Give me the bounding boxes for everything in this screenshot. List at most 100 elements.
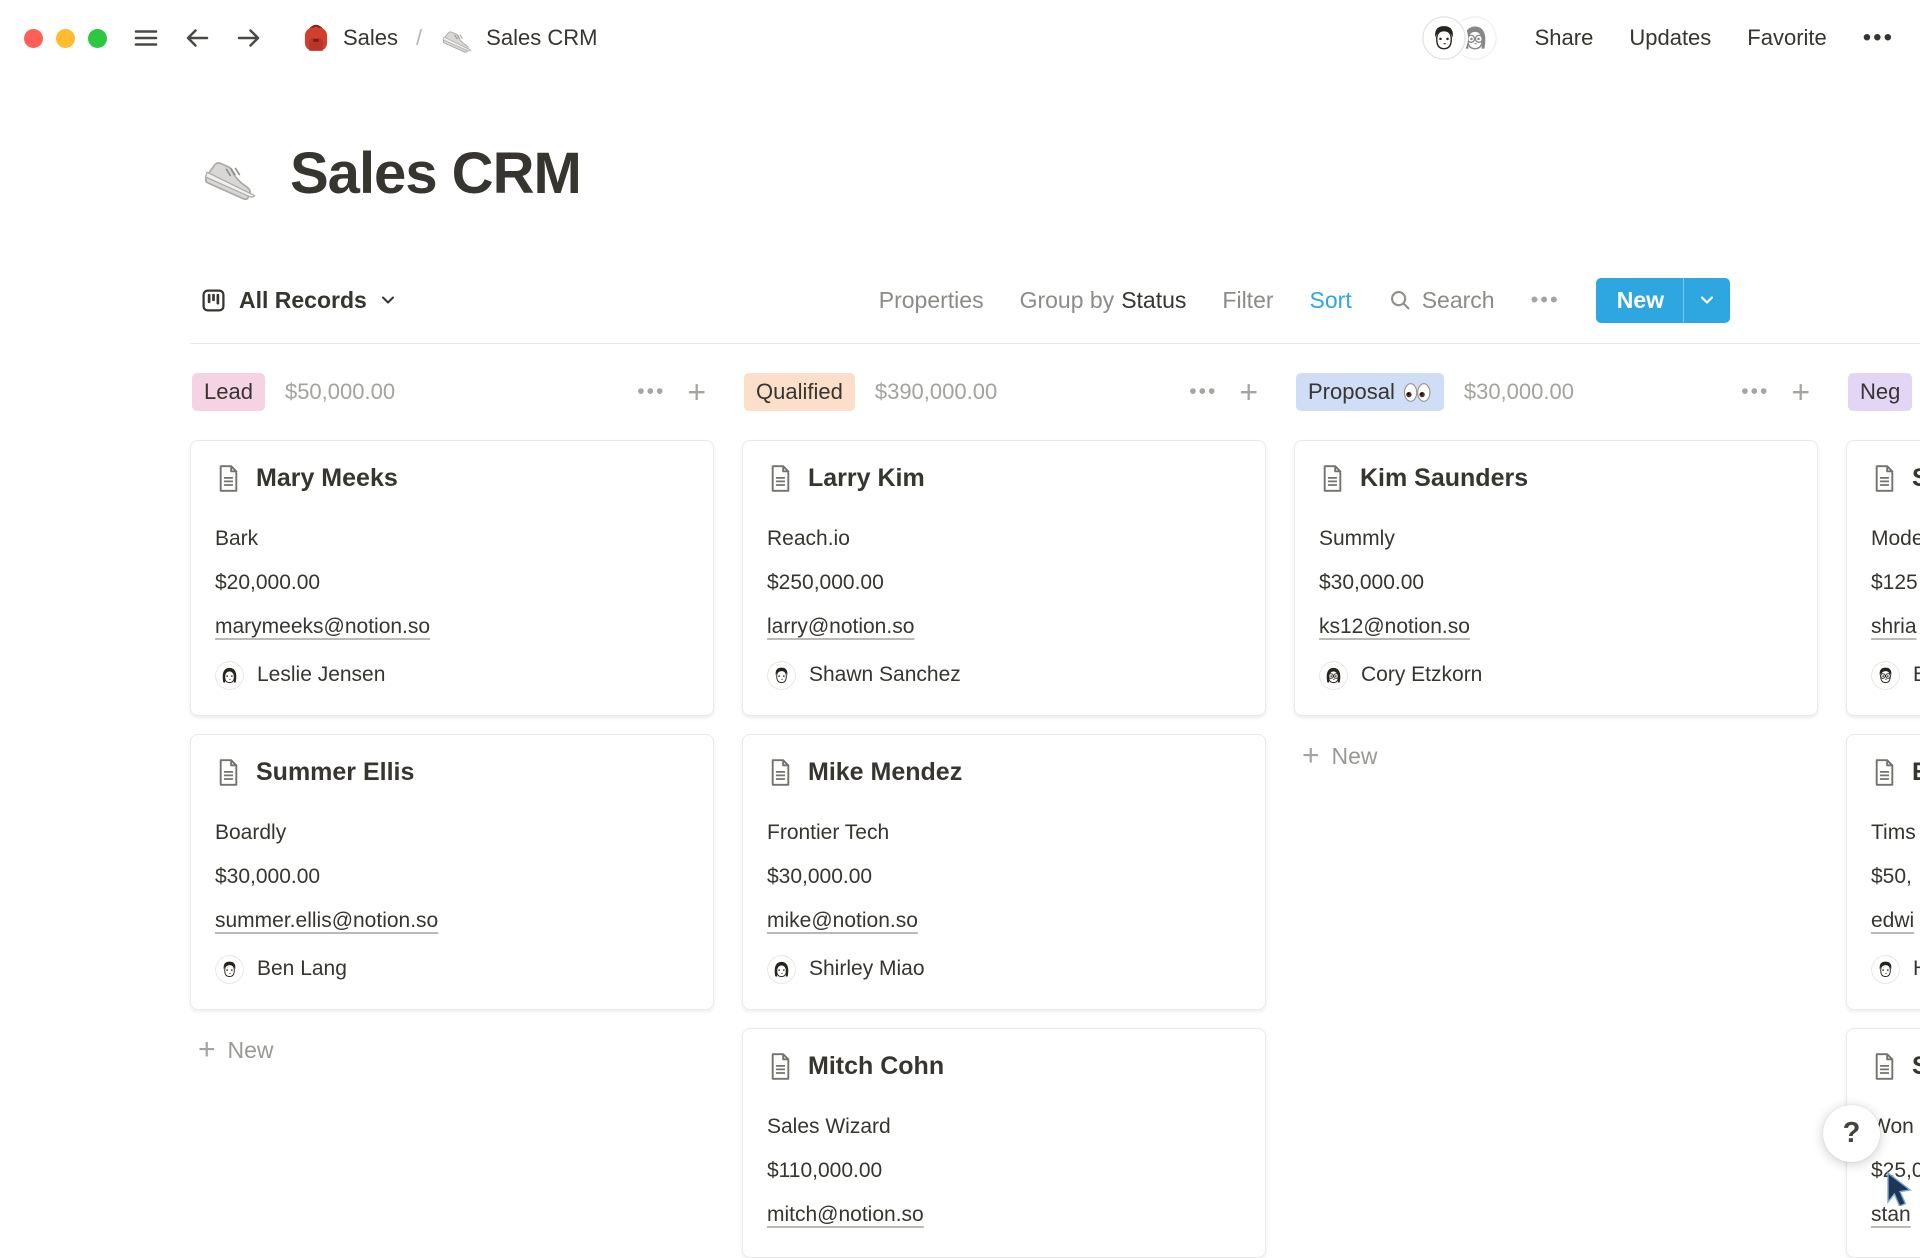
card-title-row: Mike Mendez <box>767 755 1241 789</box>
column-more-icon[interactable]: ••• <box>1189 380 1217 404</box>
card-email-link[interactable]: larry@notion.so <box>767 605 914 649</box>
card-owner-row: E <box>1871 655 1920 695</box>
new-record-dropdown[interactable] <box>1683 278 1730 323</box>
record-card[interactable]: Mike Mendez Frontier Tech $30,000.00 mik… <box>742 734 1266 1010</box>
status-badge[interactable]: Lead <box>192 373 265 411</box>
record-card[interactable]: S Mode $125 shria E <box>1846 440 1920 716</box>
view-selector-label: All Records <box>239 287 367 314</box>
search-icon <box>1388 288 1413 313</box>
status-badge-label: Qualified <box>756 377 843 407</box>
filter-button[interactable]: Filter <box>1222 287 1273 314</box>
page-icon <box>767 1052 794 1081</box>
card-title-row: S <box>1871 461 1920 495</box>
owner-name: Shawn Sanchez <box>809 663 961 687</box>
owner-avatar <box>1319 661 1348 690</box>
column-add-icon[interactable]: + <box>687 377 706 407</box>
record-card[interactable]: Mary Meeks Bark $20,000.00 marymeeks@not… <box>190 440 714 716</box>
card-title-row: Mitch Cohn <box>767 1049 1241 1083</box>
owner-avatar <box>215 661 244 690</box>
minimize-window-button[interactable] <box>56 29 75 48</box>
breadcrumb-root[interactable]: Sales <box>343 25 398 51</box>
owner-name: Cory Etzkorn <box>1361 663 1482 687</box>
toolbar-controls: Properties Group byStatus Filter Sort Se… <box>879 278 1730 323</box>
card-email-link[interactable]: marymeeks@notion.so <box>215 605 430 649</box>
page-icon <box>767 758 794 787</box>
forward-arrow-icon[interactable] <box>233 22 265 54</box>
sort-button[interactable]: Sort <box>1310 287 1352 314</box>
back-arrow-icon[interactable] <box>181 22 213 54</box>
owner-name: E <box>1913 663 1920 687</box>
toolbar-divider <box>190 343 1920 344</box>
column-add-icon[interactable]: + <box>1239 377 1258 407</box>
view-more-icon[interactable]: ••• <box>1531 287 1560 313</box>
share-button[interactable]: Share <box>1535 25 1594 51</box>
page-icon <box>767 464 794 493</box>
board-view-icon <box>200 287 227 314</box>
properties-button[interactable]: Properties <box>879 287 984 314</box>
status-badge[interactable]: Proposal <box>1296 373 1444 411</box>
group-by-button[interactable]: Group byStatus <box>1020 287 1187 314</box>
hamburger-menu-icon[interactable] <box>131 23 161 53</box>
owner-avatar <box>1871 661 1900 690</box>
column-cards: Mary Meeks Bark $20,000.00 marymeeks@not… <box>190 440 714 1010</box>
owner-name: Ben Lang <box>257 957 347 981</box>
updates-button[interactable]: Updates <box>1629 25 1711 51</box>
column-more-icon[interactable]: ••• <box>1741 380 1769 404</box>
card-amount: $110,000.00 <box>767 1149 1241 1193</box>
card-title-row: Kim Saunders <box>1319 461 1793 495</box>
card-email-link[interactable]: edwi <box>1871 899 1914 943</box>
column-add-icon[interactable]: + <box>1791 377 1810 407</box>
record-card[interactable]: Larry Kim Reach.io $250,000.00 larry@not… <box>742 440 1266 716</box>
page-icon <box>215 758 242 787</box>
status-badge[interactable]: Qualified <box>744 373 855 411</box>
card-owner-row: Shirley Miao <box>767 949 1241 989</box>
card-email-link[interactable]: shria <box>1871 605 1917 649</box>
favorite-button[interactable]: Favorite <box>1747 25 1826 51</box>
card-amount: $125 <box>1871 561 1920 605</box>
owner-name: Shirley Miao <box>809 957 925 981</box>
card-title-row: Larry Kim <box>767 461 1241 495</box>
card-amount: $30,000.00 <box>1319 561 1793 605</box>
card-amount: $50, <box>1871 855 1920 899</box>
column-total: $390,000.00 <box>875 379 997 405</box>
column-more-icon[interactable]: ••• <box>637 380 665 404</box>
column-total: $30,000.00 <box>1464 379 1574 405</box>
page-sneaker-icon[interactable] <box>200 142 264 206</box>
record-card[interactable]: Summer Ellis Boardly $30,000.00 summer.e… <box>190 734 714 1010</box>
card-email-link[interactable]: summer.ellis@notion.so <box>215 899 438 943</box>
search-button[interactable]: Search <box>1388 287 1495 314</box>
owner-avatar <box>767 955 796 984</box>
topbar-actions: Share Updates Favorite ••• <box>1422 16 1894 60</box>
status-badge[interactable]: Neg <box>1848 373 1912 411</box>
new-record-button: New <box>1596 278 1730 323</box>
owner-avatar <box>1871 955 1900 984</box>
add-card-button[interactable]: + New <box>1294 740 1818 772</box>
card-title: S <box>1912 464 1920 493</box>
collaborator-avatar[interactable] <box>1422 16 1466 60</box>
view-selector[interactable]: All Records <box>200 287 397 314</box>
help-button[interactable]: ? <box>1823 1105 1880 1162</box>
add-card-button[interactable]: + New <box>190 1034 714 1066</box>
zoom-window-button[interactable] <box>88 29 107 48</box>
record-card[interactable]: Kim Saunders Summly $30,000.00 ks12@noti… <box>1294 440 1818 716</box>
card-amount: $30,000.00 <box>767 855 1241 899</box>
owner-name: Leslie Jensen <box>257 663 385 687</box>
close-window-button[interactable] <box>24 29 43 48</box>
mouse-cursor <box>1886 1172 1920 1206</box>
card-title-row: Mary Meeks <box>215 461 689 495</box>
record-card[interactable]: Mitch Cohn Sales Wizard $110,000.00 mitc… <box>742 1028 1266 1258</box>
card-title: Mike Mendez <box>808 758 962 787</box>
column-header: Proposal $30,000.00 ••• + <box>1294 370 1818 414</box>
page-icon <box>1871 1052 1898 1081</box>
backpack-icon <box>299 21 333 55</box>
search-label: Search <box>1422 287 1495 314</box>
card-email-link[interactable]: mike@notion.so <box>767 899 918 943</box>
card-email-link[interactable]: ks12@notion.so <box>1319 605 1470 649</box>
page-icon <box>1871 758 1898 787</box>
plus-icon: + <box>1302 742 1320 770</box>
breadcrumb-current[interactable]: Sales CRM <box>486 25 597 51</box>
more-options-icon[interactable]: ••• <box>1863 24 1894 52</box>
record-card[interactable]: E Tims $50, edwi H <box>1846 734 1920 1010</box>
new-record-main[interactable]: New <box>1596 278 1683 323</box>
column-header: Qualified $390,000.00 ••• + <box>742 370 1266 414</box>
